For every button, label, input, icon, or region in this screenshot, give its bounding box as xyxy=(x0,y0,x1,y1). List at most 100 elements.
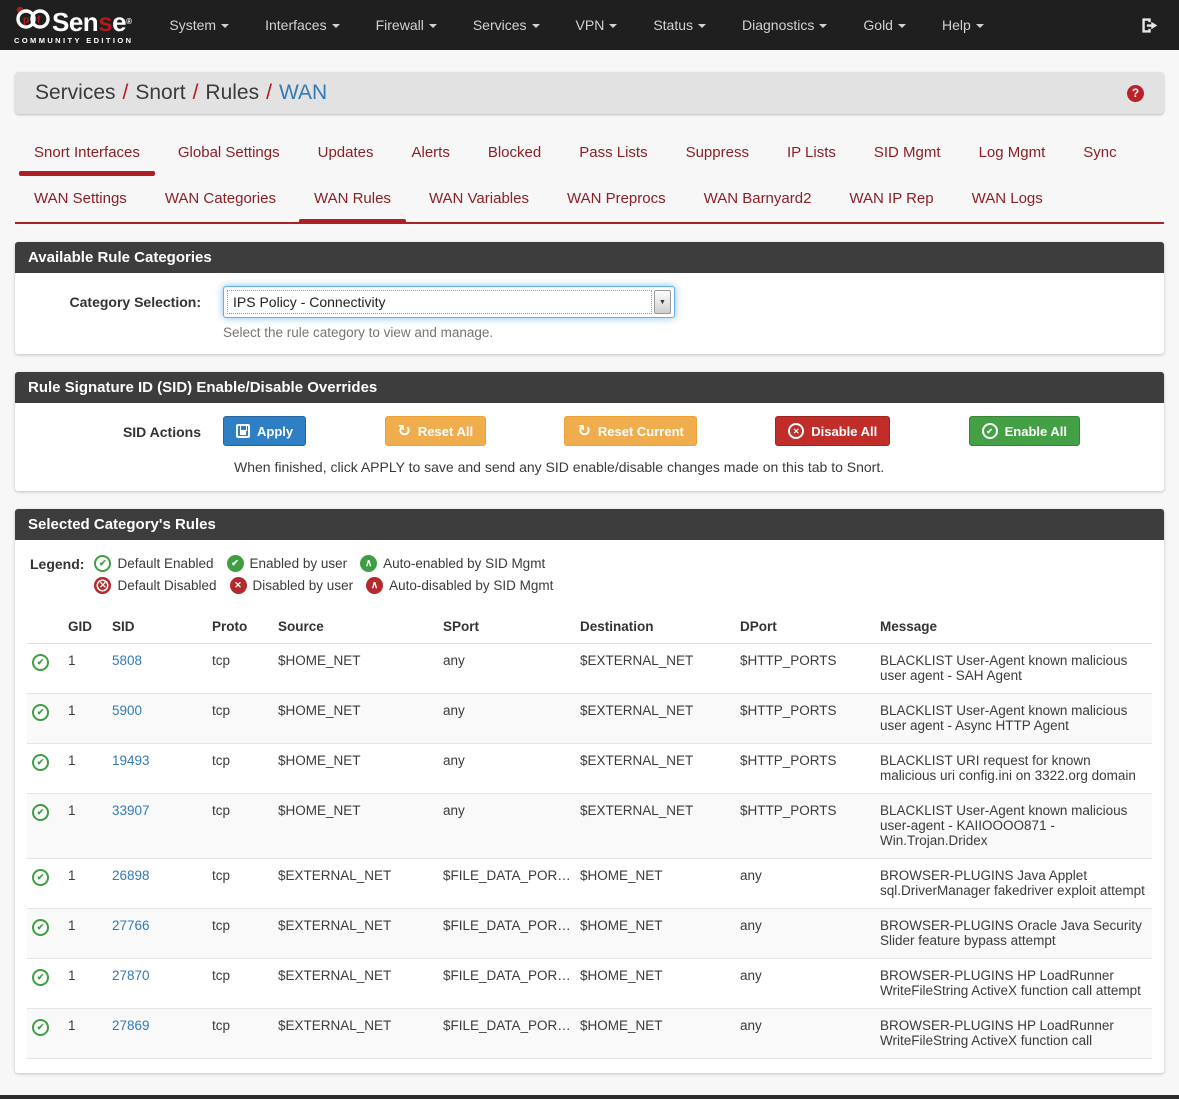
brand-name: Sense® xyxy=(52,10,132,34)
rule-sport: $FILE_DATA_POR… xyxy=(438,1009,575,1059)
sid-action-button[interactable]: Reset All xyxy=(385,416,487,446)
snort-tab[interactable]: Snort Interfaces xyxy=(15,132,159,176)
wan-tab[interactable]: WAN IP Rep xyxy=(830,178,952,222)
rule-source: $HOME_NET xyxy=(273,644,438,694)
rule-sport: $FILE_DATA_POR… xyxy=(438,859,575,909)
nav-menu-item[interactable]: VPN xyxy=(558,0,636,50)
breadcrumb-item[interactable]: Services xyxy=(35,81,116,105)
rule-sid-link[interactable]: 27870 xyxy=(112,968,150,983)
rule-row: 1 5900 tcp $HOME_NET any $EXTERNAL_NET $… xyxy=(27,694,1152,744)
snort-tab[interactable]: Updates xyxy=(299,132,393,176)
legend-item-label: Default Disabled xyxy=(117,578,216,593)
rule-gid: 1 xyxy=(63,644,107,694)
legend-item: Default Enabled xyxy=(94,555,213,572)
snort-tab[interactable]: Log Mgmt xyxy=(960,132,1065,176)
rule-state-toggle-icon[interactable] xyxy=(32,869,49,886)
snort-tab[interactable]: Blocked xyxy=(469,132,560,176)
rule-source: $EXTERNAL_NET xyxy=(273,909,438,959)
wan-tab[interactable]: WAN Variables xyxy=(410,178,548,222)
rule-message: BROWSER-PLUGINS Oracle Java Security Sli… xyxy=(875,909,1152,959)
snort-tab[interactable]: Pass Lists xyxy=(560,132,666,176)
snort-tab[interactable]: Alerts xyxy=(393,132,469,176)
breadcrumb-separator: / xyxy=(266,81,272,105)
rule-sid-link[interactable]: 26898 xyxy=(112,868,150,883)
breadcrumb-current[interactable]: WAN xyxy=(279,81,327,105)
rule-state-toggle-icon[interactable] xyxy=(32,704,49,721)
snort-tab[interactable]: Global Settings xyxy=(159,132,299,176)
nav-menu-item[interactable]: Status xyxy=(635,0,724,50)
rule-proto: tcp xyxy=(207,859,273,909)
nav-menu-item[interactable]: Firewall xyxy=(358,0,455,50)
sid-note: When finished, click APPLY to save and s… xyxy=(234,459,1152,475)
rule-state-toggle-icon[interactable] xyxy=(32,654,49,671)
wan-tab[interactable]: WAN Rules xyxy=(295,178,410,222)
chevron-down-icon xyxy=(532,24,540,28)
rules-table: GID SID Proto Source SPort Destination D… xyxy=(27,610,1152,1059)
nav-menu-item[interactable]: Services xyxy=(455,0,558,50)
sid-action-button[interactable]: Apply xyxy=(223,416,306,446)
snort-tab[interactable]: Sync xyxy=(1064,132,1135,176)
rule-sid-link[interactable]: 5808 xyxy=(112,653,142,668)
rule-state-toggle-icon[interactable] xyxy=(32,969,49,986)
legend-row: Default Disabled Disabled by user Auto-d… xyxy=(94,577,553,594)
rule-state-toggle-icon[interactable] xyxy=(32,754,49,771)
rule-destination: $HOME_NET xyxy=(575,859,735,909)
rule-state-icon xyxy=(366,577,383,594)
rule-sid-link[interactable]: 19493 xyxy=(112,753,150,768)
sign-out-icon xyxy=(1140,16,1159,35)
rule-row: 1 27870 tcp $EXTERNAL_NET $FILE_DATA_POR… xyxy=(27,959,1152,1009)
rule-source: $EXTERNAL_NET xyxy=(273,1009,438,1059)
panel-selected-category-rules: Selected Category's Rules Legend: Defaul… xyxy=(15,509,1164,1073)
legend-item: Default Disabled xyxy=(94,577,216,594)
rule-sid-link[interactable]: 33907 xyxy=(112,803,150,818)
help-icon[interactable]: ? xyxy=(1127,85,1144,102)
snort-tab[interactable]: IP Lists xyxy=(768,132,855,176)
wan-tabs: WAN Settings WAN Categories WAN Rules WA… xyxy=(15,178,1164,224)
rule-state-icon xyxy=(360,555,377,572)
rule-sid-link[interactable]: 27869 xyxy=(112,1018,150,1033)
breadcrumb-item[interactable]: Snort xyxy=(135,81,185,105)
pfsense-logo[interactable]: p f Sense® COMMUNITY EDITION xyxy=(14,5,133,45)
rule-proto: tcp xyxy=(207,744,273,794)
rule-destination: $HOME_NET xyxy=(575,909,735,959)
rule-state-toggle-icon[interactable] xyxy=(32,1019,49,1036)
sid-action-button[interactable]: Reset Current xyxy=(564,416,696,446)
nav-menu-item[interactable]: Help xyxy=(924,0,1002,50)
rule-state-toggle-icon[interactable] xyxy=(32,804,49,821)
col-header-dport: DPort xyxy=(735,610,875,644)
wan-tab[interactable]: WAN Preprocs xyxy=(548,178,685,222)
category-select[interactable]: IPS Policy - Connectivity ▼ xyxy=(223,286,675,318)
snort-tab[interactable]: Suppress xyxy=(667,132,768,176)
sid-action-button[interactable]: Disable All xyxy=(775,416,890,446)
legend-item-label: Disabled by user xyxy=(253,578,354,593)
button-label: Enable All xyxy=(1005,424,1067,439)
chevron-down-icon xyxy=(976,24,984,28)
sid-action-button[interactable]: Enable All xyxy=(969,416,1080,446)
rule-state-toggle-icon[interactable] xyxy=(32,919,49,936)
panel-available-rule-categories: Available Rule Categories Category Selec… xyxy=(15,242,1164,354)
rule-gid: 1 xyxy=(63,959,107,1009)
wan-tab[interactable]: WAN Categories xyxy=(146,178,295,222)
rule-sport: any xyxy=(438,744,575,794)
rule-dport: any xyxy=(735,959,875,1009)
rule-source: $EXTERNAL_NET xyxy=(273,959,438,1009)
wan-tab[interactable]: WAN Settings xyxy=(15,178,146,222)
rule-state-icon xyxy=(94,577,111,594)
logout-button[interactable] xyxy=(1140,16,1165,35)
nav-menu-item[interactable]: Diagnostics xyxy=(724,0,845,50)
rule-proto: tcp xyxy=(207,909,273,959)
rule-message: BLACKLIST URI request for known maliciou… xyxy=(875,744,1152,794)
svg-text:p: p xyxy=(23,15,29,26)
snort-tab[interactable]: SID Mgmt xyxy=(855,132,960,176)
nav-menu-item[interactable]: Gold xyxy=(845,0,924,50)
breadcrumb-item[interactable]: Rules xyxy=(205,81,259,105)
nav-menu-item[interactable]: Interfaces xyxy=(247,0,357,50)
rule-sid-link[interactable]: 5900 xyxy=(112,703,142,718)
wan-tab[interactable]: WAN Logs xyxy=(953,178,1062,222)
nav-menu-item-label: Status xyxy=(653,17,693,33)
wan-tab[interactable]: WAN Barnyard2 xyxy=(685,178,831,222)
nav-menu-item-label: Gold xyxy=(863,17,893,33)
button-icon xyxy=(577,424,590,438)
rule-sid-link[interactable]: 27766 xyxy=(112,918,150,933)
nav-menu-item[interactable]: System xyxy=(151,0,247,50)
